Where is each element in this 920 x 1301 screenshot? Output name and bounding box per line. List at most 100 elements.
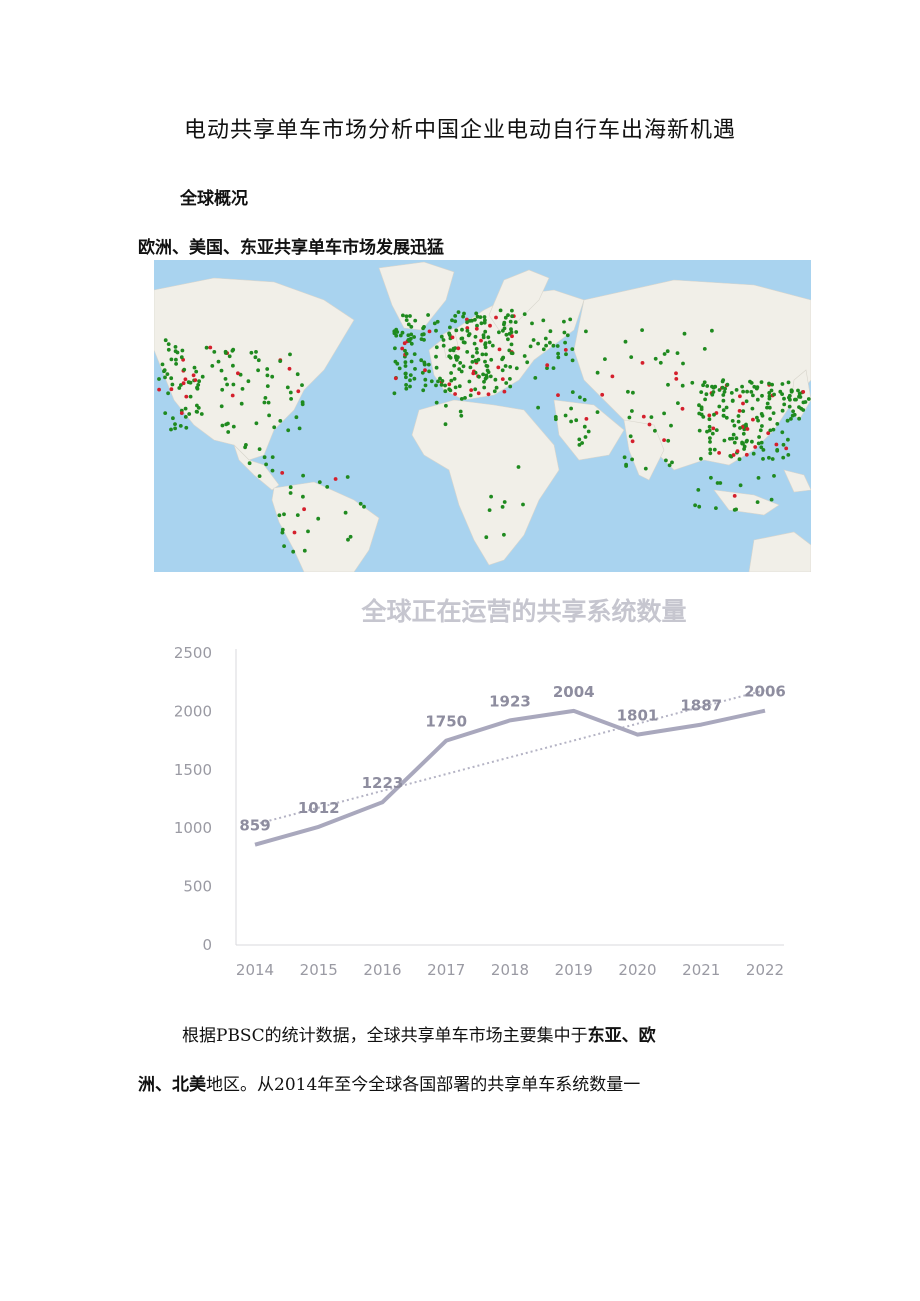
map-dot-green: [665, 349, 670, 354]
map-dot-green: [483, 329, 488, 334]
map-dot-green: [755, 500, 760, 504]
data-label: 1801: [617, 707, 659, 725]
map-dot-green: [789, 417, 793, 421]
map-dot-red: [456, 346, 461, 351]
data-label: 859: [239, 817, 270, 835]
map-dot-green: [757, 435, 761, 439]
map-dot-green: [624, 464, 628, 468]
map-dot-green: [629, 355, 634, 359]
map-dot-green: [786, 453, 791, 457]
map-dot-green: [582, 397, 587, 402]
map-dot-green: [481, 372, 485, 377]
map-dot-green: [239, 401, 244, 406]
map-dot-green: [408, 378, 412, 383]
map-dot-green: [562, 330, 567, 335]
data-label: 1012: [298, 799, 340, 817]
map-dot-green: [697, 411, 702, 416]
map-dot-green: [509, 351, 514, 355]
map-dot-green: [578, 395, 582, 400]
map-dot-green: [403, 364, 408, 368]
map-dot-green: [395, 330, 400, 334]
map-dot-green: [708, 436, 712, 440]
map-dot-green: [554, 417, 558, 422]
map-dot-green: [595, 410, 600, 414]
map-dot-red: [751, 417, 755, 422]
map-dot-green: [666, 382, 670, 387]
map-dot-green: [643, 466, 648, 471]
map-dot-red: [423, 368, 427, 373]
map-dot-green: [406, 322, 411, 327]
map-dot-green: [470, 360, 475, 364]
map-dot-green: [631, 390, 635, 395]
map-dot-green: [166, 347, 171, 352]
map-dot-green: [412, 335, 416, 339]
map-dot-green: [574, 418, 579, 423]
map-dot-green: [710, 431, 715, 436]
map-dot-green: [786, 380, 791, 385]
world-map-image: [154, 260, 811, 572]
map-dot-green: [797, 391, 802, 396]
map-dot-green: [317, 480, 322, 484]
map-dot-red: [333, 477, 338, 481]
map-dot-red: [494, 315, 498, 320]
map-dot-green: [563, 413, 568, 418]
map-dot-green: [793, 397, 797, 402]
map-dot-green: [212, 350, 217, 354]
map-dot-green: [177, 386, 182, 390]
map-dot-green: [500, 368, 505, 373]
map-dot-green: [295, 372, 300, 377]
map-dot-green: [653, 428, 657, 433]
map-dot-green: [564, 352, 568, 357]
map-dot-green: [796, 388, 800, 393]
map-dot-red: [784, 446, 789, 451]
map-dot-green: [758, 428, 763, 433]
map-dot-green: [498, 308, 503, 313]
map-dot-red: [476, 391, 481, 396]
map-dot-green: [412, 352, 417, 356]
map-dot-green: [423, 377, 428, 382]
map-dot-green: [730, 399, 735, 403]
map-dot-green: [454, 328, 459, 333]
map-dot-green: [756, 441, 761, 446]
map-dot-green: [509, 330, 514, 335]
map-dot-green: [724, 415, 729, 420]
x-tick-label: 2016: [363, 961, 401, 979]
map-dot-green: [220, 387, 225, 392]
map-dot-green: [462, 311, 466, 316]
map-dot-green: [408, 314, 412, 318]
map-dot-green: [584, 329, 588, 334]
map-dot-green: [483, 359, 487, 364]
map-dot-green: [697, 504, 702, 509]
paragraph-text: 根据PBSC的统计数据，全球共享单车市场主要集中于: [182, 1026, 588, 1046]
map-dot-green: [750, 439, 754, 444]
map-dot-green: [393, 359, 398, 364]
map-dot-green: [669, 423, 673, 428]
map-dot-green: [484, 535, 489, 540]
map-dot-green: [681, 361, 685, 366]
map-dot-green: [160, 362, 165, 367]
map-dot-green: [210, 364, 215, 368]
map-dot-green: [180, 348, 185, 353]
map-dot-green: [263, 396, 268, 400]
map-dot-green: [473, 334, 478, 339]
paragraph-bold-regions-cont: 洲、北美: [138, 1075, 206, 1095]
y-tick-label: 2500: [174, 644, 212, 662]
map-dot-green: [741, 389, 745, 394]
x-tick-label: 2014: [236, 961, 274, 979]
map-dot-green: [528, 344, 533, 349]
map-dot-red: [184, 394, 189, 399]
map-dot-green: [482, 315, 487, 319]
map-dot-green: [282, 544, 286, 548]
map-dot-green: [767, 381, 771, 386]
data-label: 2006: [744, 683, 786, 701]
world-map-svg: [154, 260, 811, 572]
map-dot-green: [720, 385, 725, 390]
map-dot-green: [775, 422, 780, 426]
map-dot-green: [184, 425, 189, 430]
map-dot-green: [231, 382, 236, 387]
map-dot-green: [254, 350, 258, 354]
map-dot-green: [460, 327, 464, 332]
map-dot-green: [294, 415, 299, 420]
map-dot-green: [456, 310, 461, 314]
map-dot-green: [790, 389, 794, 393]
